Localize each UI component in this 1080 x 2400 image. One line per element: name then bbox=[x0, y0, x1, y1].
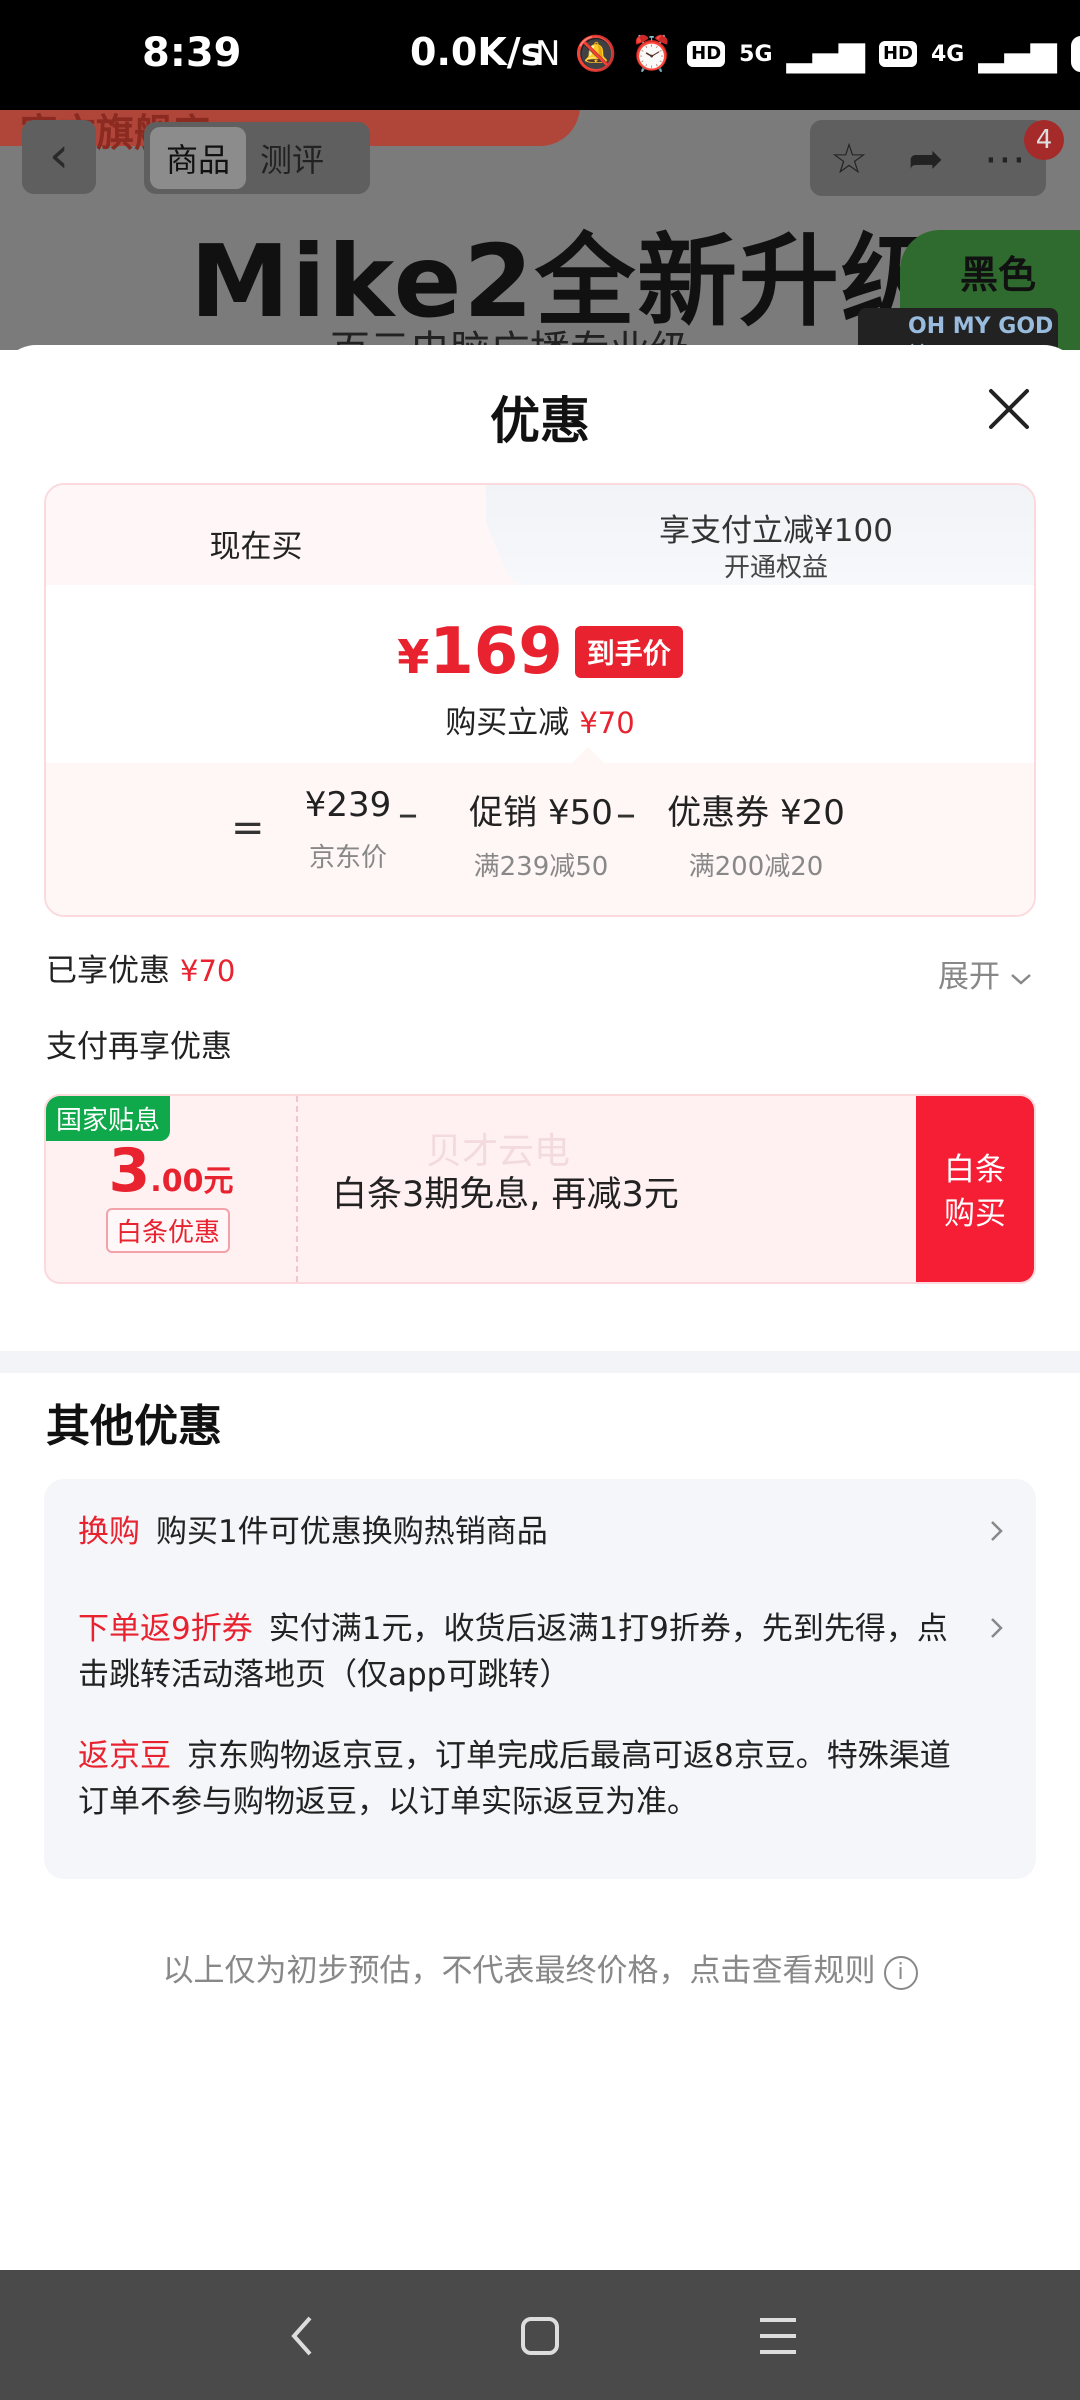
final-price-tag: 到手价 bbox=[574, 626, 683, 678]
baitiao-buy-button[interactable]: 白条 购买 bbox=[916, 1096, 1034, 1282]
price-card: 现在买 享支付立减¥100 开通权益 ¥169 到手价 购买立减 ¥70 = ¥23… bbox=[44, 483, 1036, 917]
status-icons: N 🔕 ⏰ HD 5G ▂▄▆ HD 4G ▂▄▆ 73 bbox=[535, 34, 1080, 74]
section-divider bbox=[0, 1351, 1080, 1373]
hd-icon: HD bbox=[687, 41, 726, 67]
equals-sign: = bbox=[231, 805, 265, 851]
coupon-desc: 白条3期免息, 再减3元 bbox=[332, 1175, 679, 1215]
product-tab-switch: 商品 测评 bbox=[144, 122, 370, 194]
minus-sign: – bbox=[398, 791, 418, 837]
hd-icon-2: HD bbox=[878, 41, 917, 67]
offer-item-jingdou: 返京豆 京东购物返京豆，订单完成后最高可返8京豆。特殊渠道订单不参与购物返豆，以订… bbox=[78, 1738, 951, 1820]
battery-icon: 73 bbox=[1070, 36, 1080, 72]
offer-item-coupon-return[interactable]: 下单返9折券 实付满1元，收货后返满1打9折券，先到先得，点击跳转活动落地页（仅a… bbox=[78, 1606, 958, 1698]
reduce-amount: ¥70 bbox=[579, 706, 635, 740]
signal-bars-icon: ▂▄▆ bbox=[786, 34, 865, 74]
final-price: ¥169 bbox=[397, 615, 563, 689]
status-bar: 8:39 0.0K/s N 🔕 ⏰ HD 5G ▂▄▆ HD 4G ▂▄▆ 73 bbox=[0, 0, 1080, 110]
purchase-reduce: 购买立减 ¥70 bbox=[46, 697, 1034, 742]
minus-sign-2: – bbox=[616, 791, 636, 837]
background-product-page: 官方旗舰店 ‹ 商品 测评 ☆ ➦ ⋯ 4 Mike2全新升级 百元电脑广播专业… bbox=[0, 110, 1080, 350]
baitiao-coupon[interactable]: 国家贴息 3.00元 白条优惠 贝才云电 白条3期免息, 再减3元 白条 购买 bbox=[44, 1094, 1036, 1284]
tab-product[interactable]: 商品 bbox=[150, 127, 247, 189]
top-actions: ☆ ➦ ⋯ bbox=[810, 120, 1046, 196]
share-icon[interactable]: ➦ bbox=[908, 134, 943, 183]
enjoyed-amount: ¥70 bbox=[180, 954, 236, 988]
chevron-down-icon bbox=[1011, 973, 1031, 985]
coupon-amount: 3.00元 bbox=[108, 1136, 234, 1206]
tab-review[interactable]: 测评 bbox=[246, 127, 338, 189]
nfc-icon: N bbox=[535, 34, 561, 74]
footer-note[interactable]: 以上仅为初步预估，不代表最终价格，点击查看规则 i bbox=[0, 1945, 1080, 1990]
enjoyed-label: 已享优惠 bbox=[46, 953, 170, 989]
system-nav-bar bbox=[0, 2270, 1080, 2400]
sheet-title: 优惠 bbox=[490, 392, 590, 450]
promo-discount: 促销 ¥50 满239减50 bbox=[469, 793, 613, 882]
tab-buy-now[interactable]: 现在买 bbox=[46, 521, 466, 566]
close-icon[interactable] bbox=[985, 385, 1033, 433]
enjoyed-discount: 已享优惠 ¥70 bbox=[46, 945, 235, 990]
color-label: 黑色 bbox=[960, 253, 1037, 297]
price-tabs: 现在买 享支付立减¥100 开通权益 bbox=[46, 485, 1034, 585]
reduce-label: 购买立减 bbox=[445, 705, 570, 741]
footer-note-text: 以上仅为初步预估，不代表最终价格，点击查看规则 bbox=[162, 1953, 876, 1989]
tab-pay-discount[interactable]: 享支付立减¥100 bbox=[526, 505, 1026, 550]
favorite-star-icon[interactable]: ☆ bbox=[830, 134, 868, 183]
nav-menu-icon[interactable] bbox=[748, 2308, 808, 2364]
coupon-tag: 国家贴息 bbox=[46, 1096, 171, 1141]
price-breakdown: = ¥239 京东价 – 促销 ¥50 满239减50 – 优惠券 ¥20 满2… bbox=[46, 763, 1034, 915]
status-time: 8:39 bbox=[142, 30, 242, 76]
coupon-discount: 优惠券 ¥20 满200减20 bbox=[667, 793, 845, 882]
signal-5g-icon: 5G bbox=[739, 41, 773, 67]
signal-bars-icon-2: ▂▄▆ bbox=[978, 34, 1057, 74]
final-price-row: ¥169 到手价 bbox=[46, 615, 1034, 689]
mute-icon: 🔕 bbox=[574, 34, 617, 74]
signal-4g-icon: 4G bbox=[930, 41, 965, 67]
coupon-amount-area: 国家贴息 3.00元 白条优惠 bbox=[46, 1096, 298, 1282]
calc-caret bbox=[572, 747, 604, 763]
offer-item-exchange[interactable]: 换购 购买1件可优惠换购热销商品 bbox=[78, 1509, 958, 1555]
expand-label: 展开 bbox=[938, 959, 1000, 995]
notification-badge: 4 bbox=[1024, 120, 1064, 160]
pay-more-label: 支付再享优惠 bbox=[46, 1029, 232, 1065]
discount-sheet: 优惠 现在买 享支付立减¥100 开通权益 ¥169 到手价 购买立减 ¥70 = … bbox=[0, 345, 1080, 2270]
video-thumbnail[interactable]: OH MY GOD ✕ bbox=[858, 308, 1058, 350]
chevron-right-icon-2[interactable] bbox=[984, 1616, 1008, 1640]
nav-back-icon[interactable] bbox=[272, 2308, 332, 2364]
other-offers-title: 其他优惠 bbox=[46, 1401, 222, 1452]
more-icon[interactable]: ⋯ bbox=[984, 134, 1026, 183]
jd-price: ¥239 京东价 bbox=[304, 785, 392, 873]
info-icon[interactable]: i bbox=[883, 1955, 918, 1990]
tab-pay-sub[interactable]: 开通权益 bbox=[526, 547, 1026, 584]
status-net-speed: 0.0K/s bbox=[410, 30, 544, 74]
back-button[interactable]: ‹ bbox=[22, 120, 96, 194]
coupon-sub-label: 白条优惠 bbox=[106, 1208, 231, 1253]
nav-home-icon[interactable] bbox=[510, 2308, 570, 2364]
other-offers-list: 换购 购买1件可优惠换购热销商品 下单返9折券 实付满1元，收货后返满1打9折券，先… bbox=[44, 1479, 1036, 1879]
chevron-right-icon[interactable] bbox=[984, 1519, 1008, 1543]
expand-button[interactable]: 展开 bbox=[938, 951, 1032, 996]
alarm-icon: ⏰ bbox=[630, 34, 674, 74]
